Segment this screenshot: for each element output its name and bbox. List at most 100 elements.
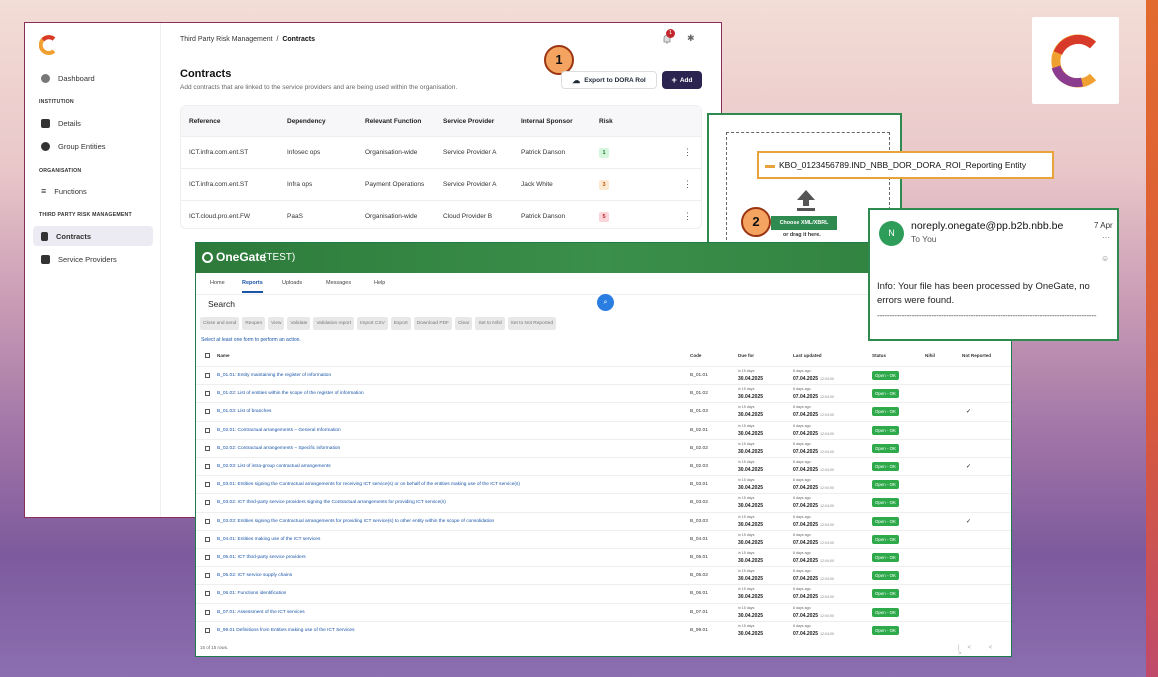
choose-file-button[interactable]: Choose XML/XBRL <box>771 216 837 230</box>
col-function[interactable]: Relevant Function <box>365 118 421 125</box>
row-checkbox[interactable] <box>205 591 210 597</box>
more-vert-icon[interactable]: ⋮ <box>683 147 692 158</box>
sidebar-item-functions[interactable]: ≡ Functions <box>33 181 153 201</box>
table-row[interactable]: ICT.infra.com.ent.ST Infosec ops Organis… <box>181 136 701 168</box>
pagination[interactable]: |< < > <box>958 645 1011 656</box>
sidebar-item-details[interactable]: Details <box>33 113 153 133</box>
sidebar-item-dashboard[interactable]: Dashboard <box>33 68 153 88</box>
more-vert-icon[interactable]: ⋮ <box>683 211 692 222</box>
row-checkbox[interactable] <box>205 391 210 397</box>
sidebar-item-contracts[interactable]: Contracts <box>33 226 153 246</box>
row-checkbox[interactable] <box>205 609 210 615</box>
table-row[interactable]: ICT.infra.com.ent.ST Infra ops Payment O… <box>181 168 701 200</box>
col-sponsor[interactable]: Internal Sponsor <box>521 118 573 125</box>
col-nihil[interactable]: Nihil <box>925 353 935 358</box>
report-row[interactable]: B_03.03: Entities signing the Contractua… <box>196 511 1011 530</box>
tab-uploads[interactable]: Uploads <box>282 280 302 286</box>
clear-button[interactable]: Clear <box>454 317 473 330</box>
view-button[interactable]: View <box>268 317 285 330</box>
set-nihil-button[interactable]: Set to Nihil <box>475 317 505 330</box>
report-name[interactable]: B_99.01 Definitions from Entities making… <box>217 628 355 633</box>
report-row[interactable]: B_03.01: Entities signing the Contractua… <box>196 475 1011 493</box>
col-risk[interactable]: Risk <box>599 118 613 125</box>
report-name[interactable]: B_05.01: ICT third-party service provide… <box>217 555 306 560</box>
emoji-icon[interactable]: ☺ <box>1101 254 1109 263</box>
row-checkbox[interactable] <box>205 373 210 378</box>
download-pdf-button[interactable]: Download PDF <box>413 317 452 330</box>
validation-report-button[interactable]: Validation report <box>313 317 355 330</box>
validate-button[interactable]: Validate <box>287 317 311 330</box>
report-name[interactable]: B_07.01: Assessment of the ICT services <box>217 610 305 615</box>
col-name[interactable]: Name <box>217 353 230 358</box>
sidebar-item-group-entities[interactable]: Group Entities <box>33 136 153 156</box>
report-name[interactable]: B_02.01: Contractual arrangements – Gene… <box>217 428 341 433</box>
row-checkbox[interactable] <box>205 573 210 579</box>
report-name[interactable]: B_01.01: Entity maintaining the register… <box>217 373 331 378</box>
row-checkbox[interactable] <box>205 518 210 524</box>
report-row[interactable]: B_01.02: List of entities within the sco… <box>196 384 1011 402</box>
more-vert-icon[interactable]: ⋮ <box>683 179 692 190</box>
sidebar-item-service-providers[interactable]: Service Providers <box>33 249 153 269</box>
select-all-checkbox[interactable] <box>205 353 210 358</box>
reopen-button[interactable]: Reopen <box>242 317 266 330</box>
report-row[interactable]: B_04.01: Entities making use of the ICT … <box>196 529 1011 548</box>
report-row[interactable]: B_01.03: List of branches B_01.03 in 15 da… <box>196 402 1011 420</box>
report-row[interactable]: B_06.01: Functions identification B_06.01… <box>196 584 1011 602</box>
cell-dependency: Infra ops <box>287 181 313 188</box>
more-horiz-icon[interactable]: ··· <box>1102 233 1110 242</box>
row-checkbox[interactable] <box>205 445 210 451</box>
gear-icon[interactable]: ✱ <box>687 33 695 44</box>
report-name[interactable]: B_01.02: List of entities within the sco… <box>217 391 364 396</box>
tab-messages[interactable]: Messages <box>326 280 351 286</box>
breadcrumb-root[interactable]: Third Party Risk Management <box>180 36 273 43</box>
report-row[interactable]: B_03.02: ICT third-party service provide… <box>196 493 1011 511</box>
export-button[interactable]: Export <box>390 317 411 330</box>
export-dora-roi-button[interactable]: ☁ Export to DORA RoI <box>561 71 657 89</box>
tab-help[interactable]: Help <box>374 280 385 286</box>
report-row[interactable]: B_02.03: List of intra-group contractual… <box>196 457 1011 475</box>
col-reference[interactable]: Reference <box>189 118 220 125</box>
app-logo-icon[interactable] <box>38 35 57 60</box>
close-send-button[interactable]: Close and send <box>200 317 240 330</box>
col-dependency[interactable]: Dependency <box>287 118 326 125</box>
report-name[interactable]: B_06.01: Functions identification <box>217 591 286 596</box>
report-row[interactable]: B_07.01: Assessment of the ICT services B… <box>196 602 1011 621</box>
search-input[interactable]: Search <box>208 299 235 309</box>
col-not-reported[interactable]: Not Reported <box>962 353 991 358</box>
report-name[interactable]: B_02.02: Contractual arrangements – Spec… <box>217 446 340 451</box>
row-checkbox[interactable] <box>205 500 210 506</box>
row-checkbox[interactable] <box>205 627 210 633</box>
report-name[interactable]: B_03.02: ICT third-party service provide… <box>217 500 446 505</box>
report-row[interactable]: B_05.01: ICT third-party service provide… <box>196 548 1011 566</box>
row-checkbox[interactable] <box>205 409 210 415</box>
onegate-logo[interactable]: OneGate <box>202 250 266 264</box>
report-row[interactable]: B_05.02: ICT service supply chains B_05.0… <box>196 566 1011 584</box>
report-row[interactable]: B_02.02: Contractual arrangements – Spec… <box>196 438 1011 457</box>
row-checkbox[interactable] <box>205 555 210 560</box>
report-row[interactable]: B_99.01 Definitions from Entities making… <box>196 620 1011 639</box>
report-row[interactable]: B_02.01: Contractual arrangements – Gene… <box>196 420 1011 439</box>
report-name[interactable]: B_04.01: Entities making use of the ICT … <box>217 537 320 542</box>
col-updated[interactable]: Last updated <box>793 353 822 358</box>
col-provider[interactable]: Service Provider <box>443 118 494 125</box>
search-icon[interactable]: ⌕ <box>597 294 614 311</box>
table-row[interactable]: ICT.cloud.pro.ent.FW PaaS Organisation-w… <box>181 200 701 232</box>
tab-home[interactable]: Home <box>210 280 225 286</box>
row-checkbox[interactable] <box>205 482 210 488</box>
set-not-reported-button[interactable]: Set to Not Reported <box>507 317 557 330</box>
add-contract-button[interactable]: + Add <box>662 71 702 89</box>
row-checkbox[interactable] <box>205 427 210 433</box>
report-name[interactable]: B_03.01: Entities signing the Contractua… <box>217 482 520 487</box>
import-csv-button[interactable]: Import CSV <box>357 317 388 330</box>
report-name[interactable]: B_02.03: List of intra-group contractual… <box>217 464 331 469</box>
row-checkbox[interactable] <box>205 536 210 542</box>
col-status[interactable]: Status <box>872 353 886 358</box>
col-code[interactable]: Code <box>690 353 701 358</box>
report-name[interactable]: B_01.03: List of branches <box>217 409 271 414</box>
col-due[interactable]: Due for <box>738 353 754 358</box>
tab-reports[interactable]: Reports <box>242 280 263 293</box>
row-checkbox[interactable] <box>205 464 210 469</box>
report-row[interactable]: B_01.01: Entity maintaining the register… <box>196 366 1011 384</box>
report-name[interactable]: B_05.02: ICT service supply chains <box>217 573 292 578</box>
report-name[interactable]: B_03.03: Entities signing the Contractua… <box>217 519 494 524</box>
